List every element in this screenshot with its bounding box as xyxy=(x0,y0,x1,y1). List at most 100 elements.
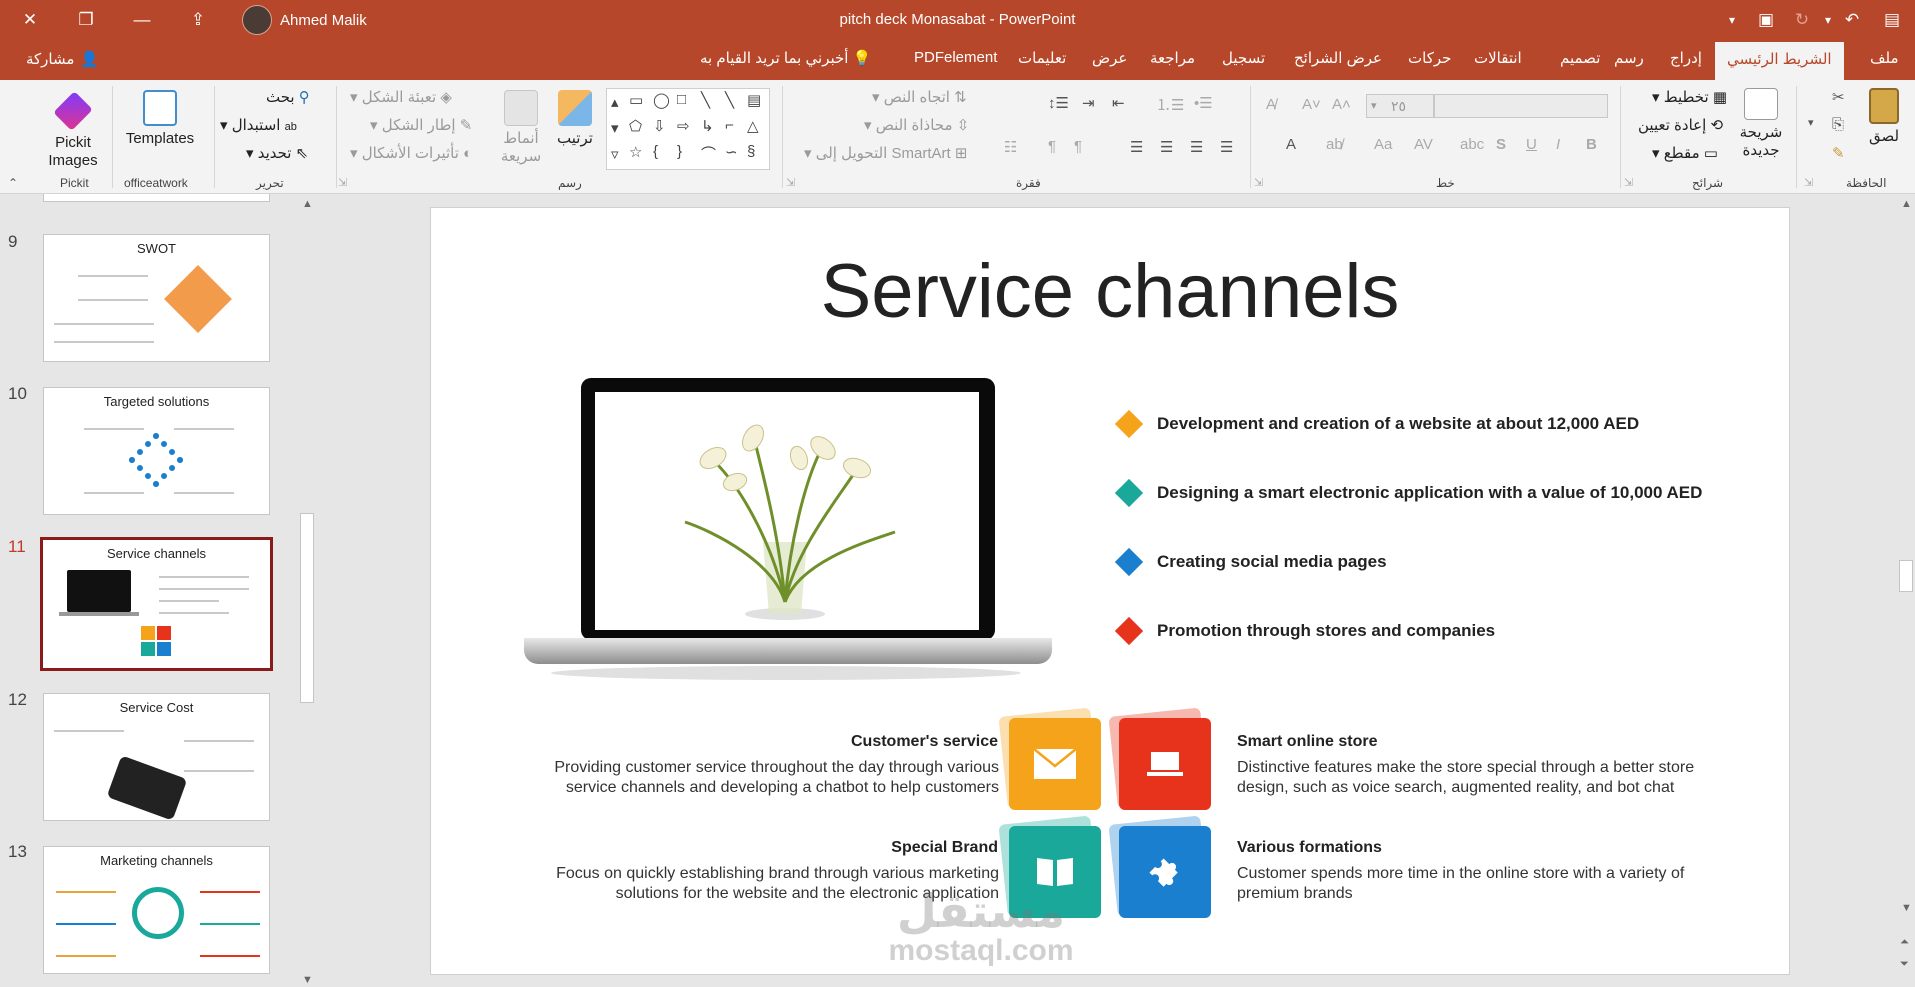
smartart-button[interactable]: ▾ التحويل إلى SmartArt ⊞ xyxy=(804,144,967,162)
numbering-icon[interactable]: ⒈☰ xyxy=(1156,94,1184,115)
tab-transitions[interactable]: انتقالات xyxy=(1474,49,1522,67)
scroll-thumb[interactable] xyxy=(1899,560,1913,592)
brace-shape-icon[interactable]: } xyxy=(677,143,682,160)
slide-thumbnail-targeted-solutions[interactable]: Targeted solutions xyxy=(43,387,270,515)
increase-font-icon[interactable]: A˄ xyxy=(1332,96,1351,113)
justify-icon[interactable]: ☰ xyxy=(1130,138,1143,156)
laptop-image[interactable] xyxy=(581,378,995,640)
tab-record[interactable]: تسجيل xyxy=(1222,49,1265,67)
square-shape-icon[interactable]: □ xyxy=(677,91,686,108)
share-button[interactable]: مشاركة 👤 xyxy=(26,50,99,68)
paste-button[interactable]: لصق xyxy=(1862,88,1906,146)
scroll-down-icon[interactable]: ▾ xyxy=(611,119,619,137)
undo-icon[interactable]: ↶ xyxy=(1832,0,1872,40)
new-slide-button[interactable]: شريحة جديدة xyxy=(1736,88,1786,160)
quick-styles-button[interactable]: أنماط سريعة xyxy=(496,90,546,166)
shape-outline-button[interactable]: ▾ إطار الشكل ✎ xyxy=(370,116,472,134)
tab-tell-me[interactable]: أخبرني بما تريد القيام به 💡 xyxy=(700,49,871,67)
pickit-images-button[interactable]: Pickit Images xyxy=(38,90,108,170)
slide-canvas[interactable]: Service channels Development and creatio… xyxy=(430,207,1790,975)
bullet-item[interactable]: Development and creation of a website at… xyxy=(1114,409,1639,439)
slide-thumbnail-service-channels[interactable]: Service channels xyxy=(40,537,273,671)
reset-button[interactable]: إعادة تعيين ⟲ xyxy=(1638,116,1723,134)
italic-icon[interactable]: I xyxy=(1556,136,1560,153)
scroll-down-icon[interactable]: ▼ xyxy=(302,974,313,986)
align-center-icon[interactable]: ☰ xyxy=(1190,138,1203,156)
replace-button[interactable]: ▾ استبدال ab xyxy=(220,116,297,134)
more-shapes-icon[interactable]: ▿ xyxy=(611,145,619,163)
slide-thumbnail-swot[interactable]: SWOT xyxy=(43,234,270,362)
copy-dropdown-icon[interactable]: ▾ xyxy=(1808,116,1814,129)
tab-file[interactable]: ملف xyxy=(1870,49,1899,67)
shape-effects-button[interactable]: ▾ تأثيرات الأشكال ◐ xyxy=(350,144,472,162)
font-color-icon[interactable]: A xyxy=(1286,136,1296,153)
brace-shape-icon[interactable]: { xyxy=(653,143,658,160)
shapes-gallery[interactable]: ▴ ▾ ▿ ▭ ◯ □ ╲ ╲ ▤ ⬠ ⇩ ⇨ ↳ ⌐ △ ☆ { } ⌒ ∽ … xyxy=(606,88,770,170)
tab-home[interactable]: الشريط الرئيسي xyxy=(1715,42,1844,80)
line-shape-icon[interactable]: ╲ xyxy=(701,91,710,109)
text-direction-button[interactable]: ▾ اتجاه النص ⇅ xyxy=(872,88,967,106)
slide-scrollbar[interactable]: ▲ ▼ ⏶ ⏷ xyxy=(1897,194,1915,987)
online-store-tile[interactable] xyxy=(1119,718,1211,810)
rectangle-shape-icon[interactable]: ▭ xyxy=(629,91,643,109)
bullet-item[interactable]: Designing a smart electronic application… xyxy=(1114,478,1702,508)
select-button[interactable]: ▾ تحديد ⇖ xyxy=(246,144,308,162)
tab-insert[interactable]: إدراج xyxy=(1670,49,1702,67)
scroll-up-icon[interactable]: ▲ xyxy=(1901,198,1912,210)
change-case-icon[interactable]: Aa xyxy=(1374,136,1392,153)
columns-icon[interactable]: ☷ xyxy=(1004,138,1017,156)
scroll-up-icon[interactable]: ▲ xyxy=(302,198,313,210)
tab-animations[interactable]: حركات xyxy=(1408,49,1451,67)
find-button[interactable]: بحث ⚲ xyxy=(266,88,310,106)
drawing-dialog-icon[interactable]: ⇲ xyxy=(338,176,347,189)
font-name-input[interactable] xyxy=(1434,94,1608,118)
format-painter-icon[interactable]: ✎ xyxy=(1832,144,1845,162)
ltr-icon[interactable]: ¶ xyxy=(1074,138,1082,155)
section-button[interactable]: ▾ مقطع ▭ xyxy=(1652,144,1718,162)
elbow-shape-icon[interactable]: ⌐ xyxy=(725,117,734,134)
freeform-shape-icon[interactable]: § xyxy=(747,143,755,160)
decrease-indent-icon[interactable]: ⇤ xyxy=(1112,94,1125,112)
underline-icon[interactable]: U xyxy=(1526,136,1537,153)
thumbnails-scrollbar[interactable]: ▲ ▼ xyxy=(298,198,316,987)
shadow-icon[interactable]: S xyxy=(1496,136,1506,153)
char-spacing-icon[interactable]: AV xyxy=(1414,136,1433,153)
bold-icon[interactable]: B xyxy=(1586,136,1597,153)
present-icon[interactable]: ▣ xyxy=(1746,0,1786,40)
bullet-item[interactable]: Creating social media pages xyxy=(1114,547,1387,577)
align-left-icon[interactable]: ☰ xyxy=(1220,138,1233,156)
align-right-icon[interactable]: ☰ xyxy=(1160,138,1173,156)
textbox-shape-icon[interactable]: ▤ xyxy=(747,91,761,109)
tab-design[interactable]: تصميم xyxy=(1560,49,1600,67)
tab-pdfelement[interactable]: PDFelement xyxy=(914,49,997,66)
paragraph-dialog-icon[interactable]: ⇲ xyxy=(786,176,795,189)
scroll-thumb[interactable] xyxy=(300,513,314,703)
star-shape-icon[interactable]: ☆ xyxy=(629,143,642,161)
line-shape-icon[interactable]: ╲ xyxy=(725,91,734,109)
save-icon[interactable]: ▤ xyxy=(1872,0,1912,40)
tab-help[interactable]: تعليمات xyxy=(1018,49,1066,67)
curve-shape-icon[interactable]: ∽ xyxy=(725,143,738,161)
oval-shape-icon[interactable]: ◯ xyxy=(653,91,670,109)
next-slide-icon[interactable]: ⏷ xyxy=(1900,958,1909,971)
arrow-right-shape-icon[interactable]: ⇨ xyxy=(677,117,690,135)
slides-dialog-icon[interactable]: ⇲ xyxy=(1624,176,1633,189)
tab-review[interactable]: مراجعة xyxy=(1150,49,1195,67)
various-formations-tile[interactable] xyxy=(1119,826,1211,918)
shape-fill-button[interactable]: ▾ تعبئة الشكل ◈ xyxy=(350,88,452,106)
arrange-button[interactable]: ترتيب xyxy=(550,90,600,148)
tab-draw[interactable]: رسم xyxy=(1614,49,1644,67)
cut-icon[interactable]: ✂ xyxy=(1832,88,1845,106)
font-dialog-icon[interactable]: ⇲ xyxy=(1254,176,1263,189)
slide-thumbnail-service-cost[interactable]: Service Cost xyxy=(43,693,270,821)
scroll-down-icon[interactable]: ▼ xyxy=(1901,902,1912,914)
clear-formatting-icon[interactable]: A̸ xyxy=(1266,96,1276,113)
slide-thumbnail[interactable] xyxy=(43,194,270,202)
scroll-up-icon[interactable]: ▴ xyxy=(611,93,619,111)
clipboard-dialog-icon[interactable]: ⇲ xyxy=(1804,176,1813,189)
font-size-input[interactable]: ٢٥ ▾ xyxy=(1366,94,1434,118)
align-text-button[interactable]: ▾ محاذاة النص ⇳ xyxy=(864,116,969,134)
pentagon-shape-icon[interactable]: ⬠ xyxy=(629,117,642,135)
strikethrough-icon[interactable]: abc xyxy=(1460,136,1484,153)
decrease-font-icon[interactable]: A˅ xyxy=(1302,96,1321,113)
